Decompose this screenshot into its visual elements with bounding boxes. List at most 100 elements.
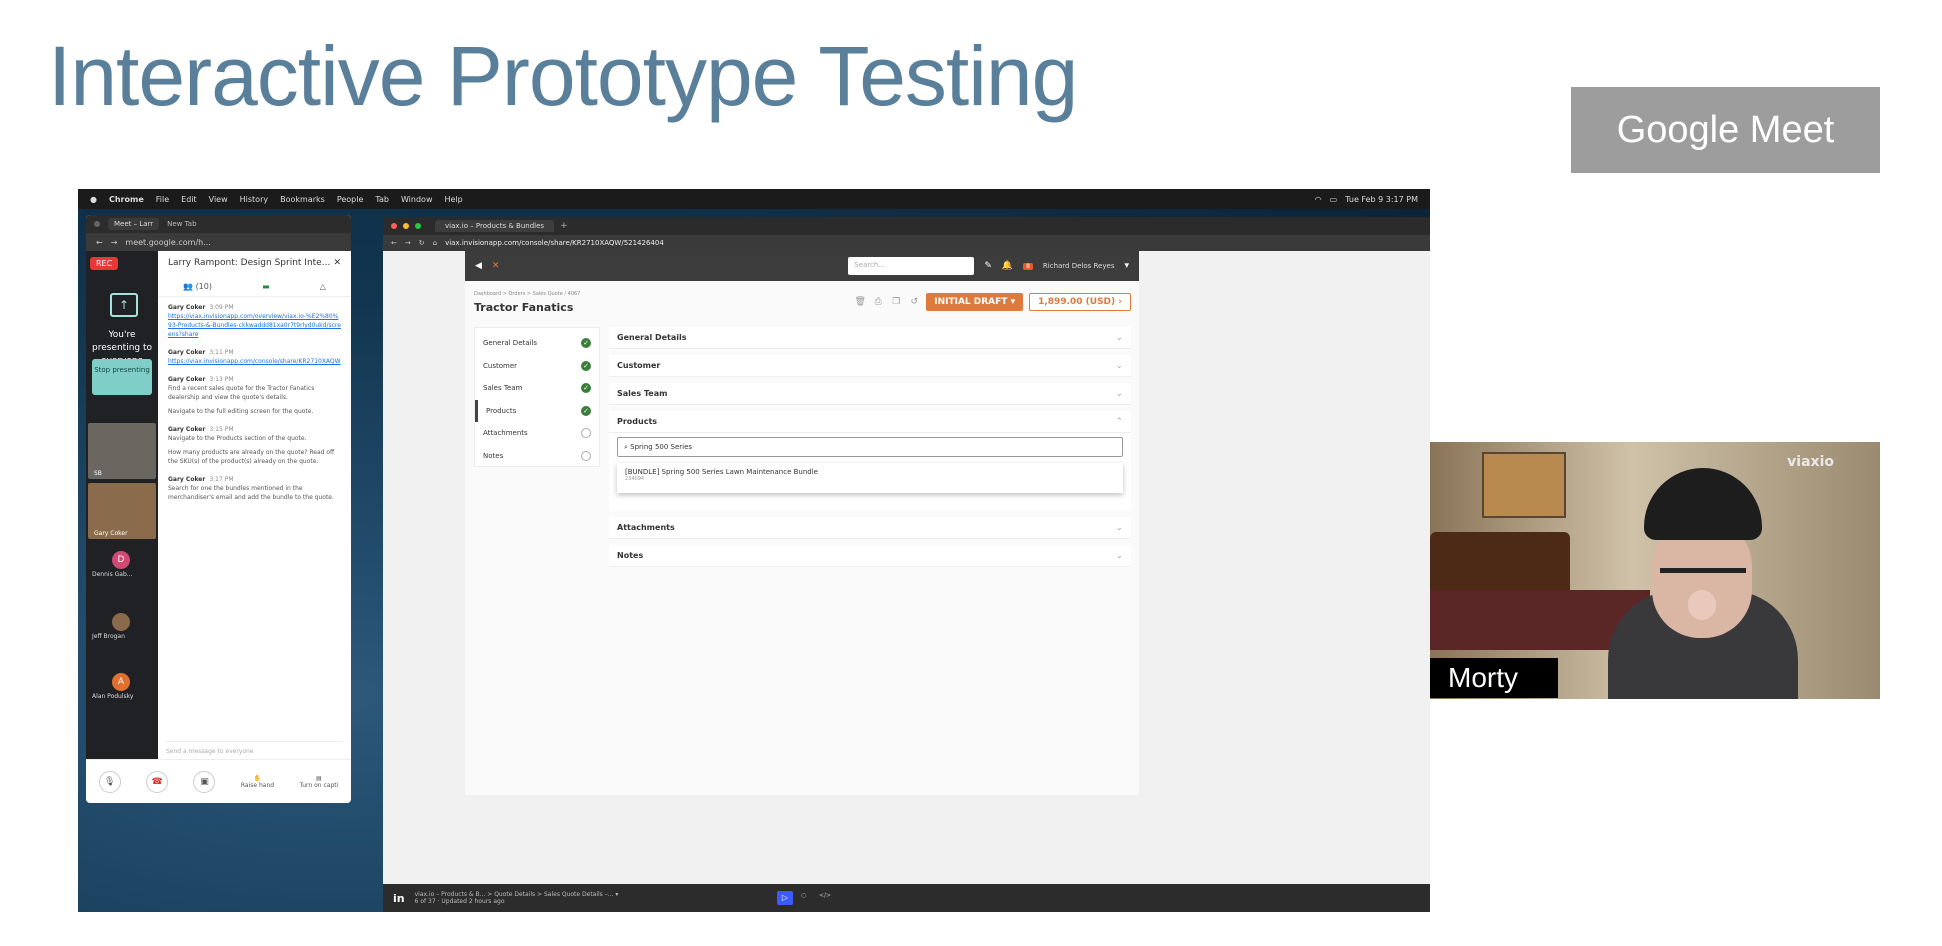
participant-item[interactable]: Jeff Brogan bbox=[92, 613, 130, 640]
menu-bookmarks[interactable]: Bookmarks bbox=[280, 195, 325, 204]
step-products[interactable]: Products ✓ bbox=[475, 399, 599, 422]
activities-tab[interactable]: △ bbox=[320, 282, 326, 291]
search-result-item[interactable]: [BUNDLE] Spring 500 Series Lawn Maintena… bbox=[617, 463, 1123, 493]
chevron-up-icon: ⌃ bbox=[1115, 416, 1123, 427]
chat-message: Gary Coker 3:17 PM Search for one the bun… bbox=[168, 475, 341, 502]
menu-people[interactable]: People bbox=[337, 195, 364, 204]
new-tab-icon[interactable]: + bbox=[560, 221, 568, 231]
new-tab[interactable]: New Tab bbox=[167, 220, 196, 228]
invision-breadcrumb[interactable]: viax.io – Products & B... > Quote Detail… bbox=[415, 891, 619, 898]
message-text: Navigate to the Products section of the … bbox=[168, 435, 307, 442]
step-customer[interactable]: Customer ✓ bbox=[475, 355, 599, 378]
stop-presenting-button[interactable]: Stop presenting bbox=[92, 359, 152, 395]
menu-window[interactable]: Window bbox=[401, 195, 433, 204]
camera-button[interactable]: ▣ bbox=[193, 770, 216, 793]
meet-url-text[interactable]: meet.google.com/h... bbox=[125, 238, 210, 247]
price-button[interactable]: 1,899.00 (USD) › bbox=[1029, 293, 1131, 311]
section-label: Customer bbox=[617, 361, 661, 370]
forward-icon[interactable]: → bbox=[405, 239, 411, 247]
app-search-input[interactable]: Search... bbox=[848, 257, 975, 275]
invision-logo[interactable]: in bbox=[393, 892, 405, 905]
participant-tile[interactable]: Gary Coker bbox=[88, 483, 156, 539]
meet-tab[interactable]: Meet – Larr bbox=[108, 218, 160, 230]
status-dropdown-button[interactable]: INITIAL DRAFT ▾ bbox=[926, 293, 1024, 311]
close-icon[interactable]: ✕ bbox=[333, 258, 341, 270]
prototype-app: ◀ ✕ Search... ✎ 🔔 8 Richard Delos Reyes … bbox=[465, 251, 1139, 795]
history-icon[interactable]: ↺ bbox=[908, 296, 920, 308]
menu-file[interactable]: File bbox=[156, 195, 169, 204]
step-notes[interactable]: Notes bbox=[475, 445, 599, 468]
window-close-dot[interactable] bbox=[391, 223, 397, 229]
app-header: ◀ ✕ Search... ✎ 🔔 8 Richard Delos Reyes … bbox=[465, 251, 1139, 281]
raise-hand-button[interactable]: ✋ Raise hand bbox=[241, 775, 274, 789]
viax-logo-icon[interactable]: ✕ bbox=[492, 261, 500, 271]
participant-item[interactable]: A Alan Podulsky bbox=[92, 673, 133, 700]
pin-icon[interactable]: ✎ bbox=[984, 261, 992, 271]
print-icon[interactable]: ⎙ bbox=[872, 296, 884, 308]
reload-icon[interactable]: ↻ bbox=[419, 239, 425, 247]
trash-icon[interactable]: 🗑 bbox=[854, 296, 866, 308]
step-sales-team[interactable]: Sales Team ✓ bbox=[475, 377, 599, 400]
battery-icon[interactable]: ▭ bbox=[1330, 195, 1338, 204]
home-icon[interactable]: ⌂ bbox=[433, 239, 437, 247]
step-attachments[interactable]: Attachments bbox=[475, 422, 599, 445]
participant-tile[interactable]: SB bbox=[88, 423, 156, 479]
hang-up-button[interactable]: ☎ bbox=[146, 770, 169, 793]
participants-count: (10) bbox=[195, 282, 212, 291]
comment-icon[interactable]: ○ bbox=[801, 892, 806, 899]
section-general-details[interactable]: General Details ⌄ bbox=[609, 327, 1131, 349]
product-search-input[interactable]: ⌕ Spring 500 Series bbox=[617, 437, 1123, 457]
user-menu[interactable]: Richard Delos Reyes bbox=[1043, 262, 1115, 270]
chat-tab[interactable]: ▬ bbox=[262, 282, 270, 291]
section-products[interactable]: Products ⌃ bbox=[609, 411, 1131, 433]
window-zoom-dot[interactable] bbox=[415, 223, 421, 229]
menu-view[interactable]: View bbox=[209, 195, 228, 204]
browser-tab[interactable]: viax.io – Products & Bundles bbox=[435, 220, 555, 232]
url-field[interactable]: viax.invisionapp.com/console/share/KR271… bbox=[445, 239, 664, 247]
captions-button[interactable]: ▤ Turn on capti bbox=[299, 775, 338, 789]
menu-chrome[interactable]: Chrome bbox=[109, 195, 144, 204]
chat-title: Larry Rampont: Design Sprint Inte... bbox=[168, 258, 331, 268]
chevron-down-icon: ⌄ bbox=[1115, 332, 1123, 343]
back-icon[interactable]: ← bbox=[96, 238, 103, 247]
apple-icon[interactable]: ● bbox=[90, 195, 97, 204]
message-link[interactable]: https://viax.invisionapp.com/console/sha… bbox=[168, 357, 341, 366]
section-label: Sales Team bbox=[617, 389, 668, 398]
chevron-down-icon: ⌄ bbox=[1115, 360, 1123, 371]
bell-icon[interactable]: 🔔 bbox=[1002, 261, 1013, 271]
section-customer[interactable]: Customer ⌄ bbox=[609, 355, 1131, 377]
section-label: Attachments bbox=[617, 523, 675, 532]
back-icon[interactable]: ← bbox=[391, 239, 397, 247]
wifi-icon[interactable]: ◠ bbox=[1315, 195, 1322, 204]
message-link[interactable]: https://viax.invisionapp.com/overview/vi… bbox=[168, 312, 341, 339]
menu-edit[interactable]: Edit bbox=[181, 195, 197, 204]
play-icon[interactable]: ▷ bbox=[777, 891, 793, 905]
code-icon[interactable]: </> bbox=[819, 892, 831, 899]
breadcrumb[interactable]: Dashboard > Orders > Sales Quote / 4067 bbox=[474, 291, 580, 297]
copy-icon[interactable]: ❐ bbox=[890, 296, 902, 308]
chevron-down-icon[interactable]: ▾ bbox=[1124, 261, 1129, 271]
browser-window: viax.io – Products & Bundles + ← → ↻ ⌂ v… bbox=[383, 217, 1430, 912]
forward-icon[interactable]: → bbox=[111, 238, 118, 247]
people-tab[interactable]: 👥 (10) bbox=[183, 282, 212, 291]
window-close-dot[interactable] bbox=[94, 221, 100, 227]
section-attachments[interactable]: Attachments ⌄ bbox=[609, 517, 1131, 539]
window-minimize-dot[interactable] bbox=[403, 223, 409, 229]
menu-clock[interactable]: Tue Feb 9 3:17 PM bbox=[1345, 195, 1418, 204]
menu-tab[interactable]: Tab bbox=[375, 195, 389, 204]
back-circle-icon[interactable]: ◀ bbox=[475, 261, 482, 271]
section-notes[interactable]: Notes ⌄ bbox=[609, 545, 1131, 567]
mic-button[interactable]: 🎙 bbox=[98, 770, 121, 793]
section-sales-team[interactable]: Sales Team ⌄ bbox=[609, 383, 1131, 405]
product-search-value: Spring 500 Series bbox=[630, 443, 693, 451]
menu-help[interactable]: Help bbox=[444, 195, 462, 204]
participant-item[interactable]: D Dennis Gab... bbox=[92, 551, 132, 578]
step-general-details[interactable]: General Details ✓ bbox=[475, 332, 599, 355]
menu-history[interactable]: History bbox=[240, 195, 268, 204]
meet-address-bar[interactable]: ← → meet.google.com/h... bbox=[86, 233, 351, 251]
chat-input[interactable]: Send a message to everyone bbox=[166, 741, 343, 755]
empty-circle-icon bbox=[581, 428, 591, 439]
message-text: How many products are already on the quo… bbox=[168, 449, 335, 465]
chat-message: Gary Coker 3:15 PM Navigate to the Produc… bbox=[168, 425, 341, 466]
invision-toolbar: in viax.io – Products & B... > Quote Det… bbox=[383, 884, 1430, 912]
